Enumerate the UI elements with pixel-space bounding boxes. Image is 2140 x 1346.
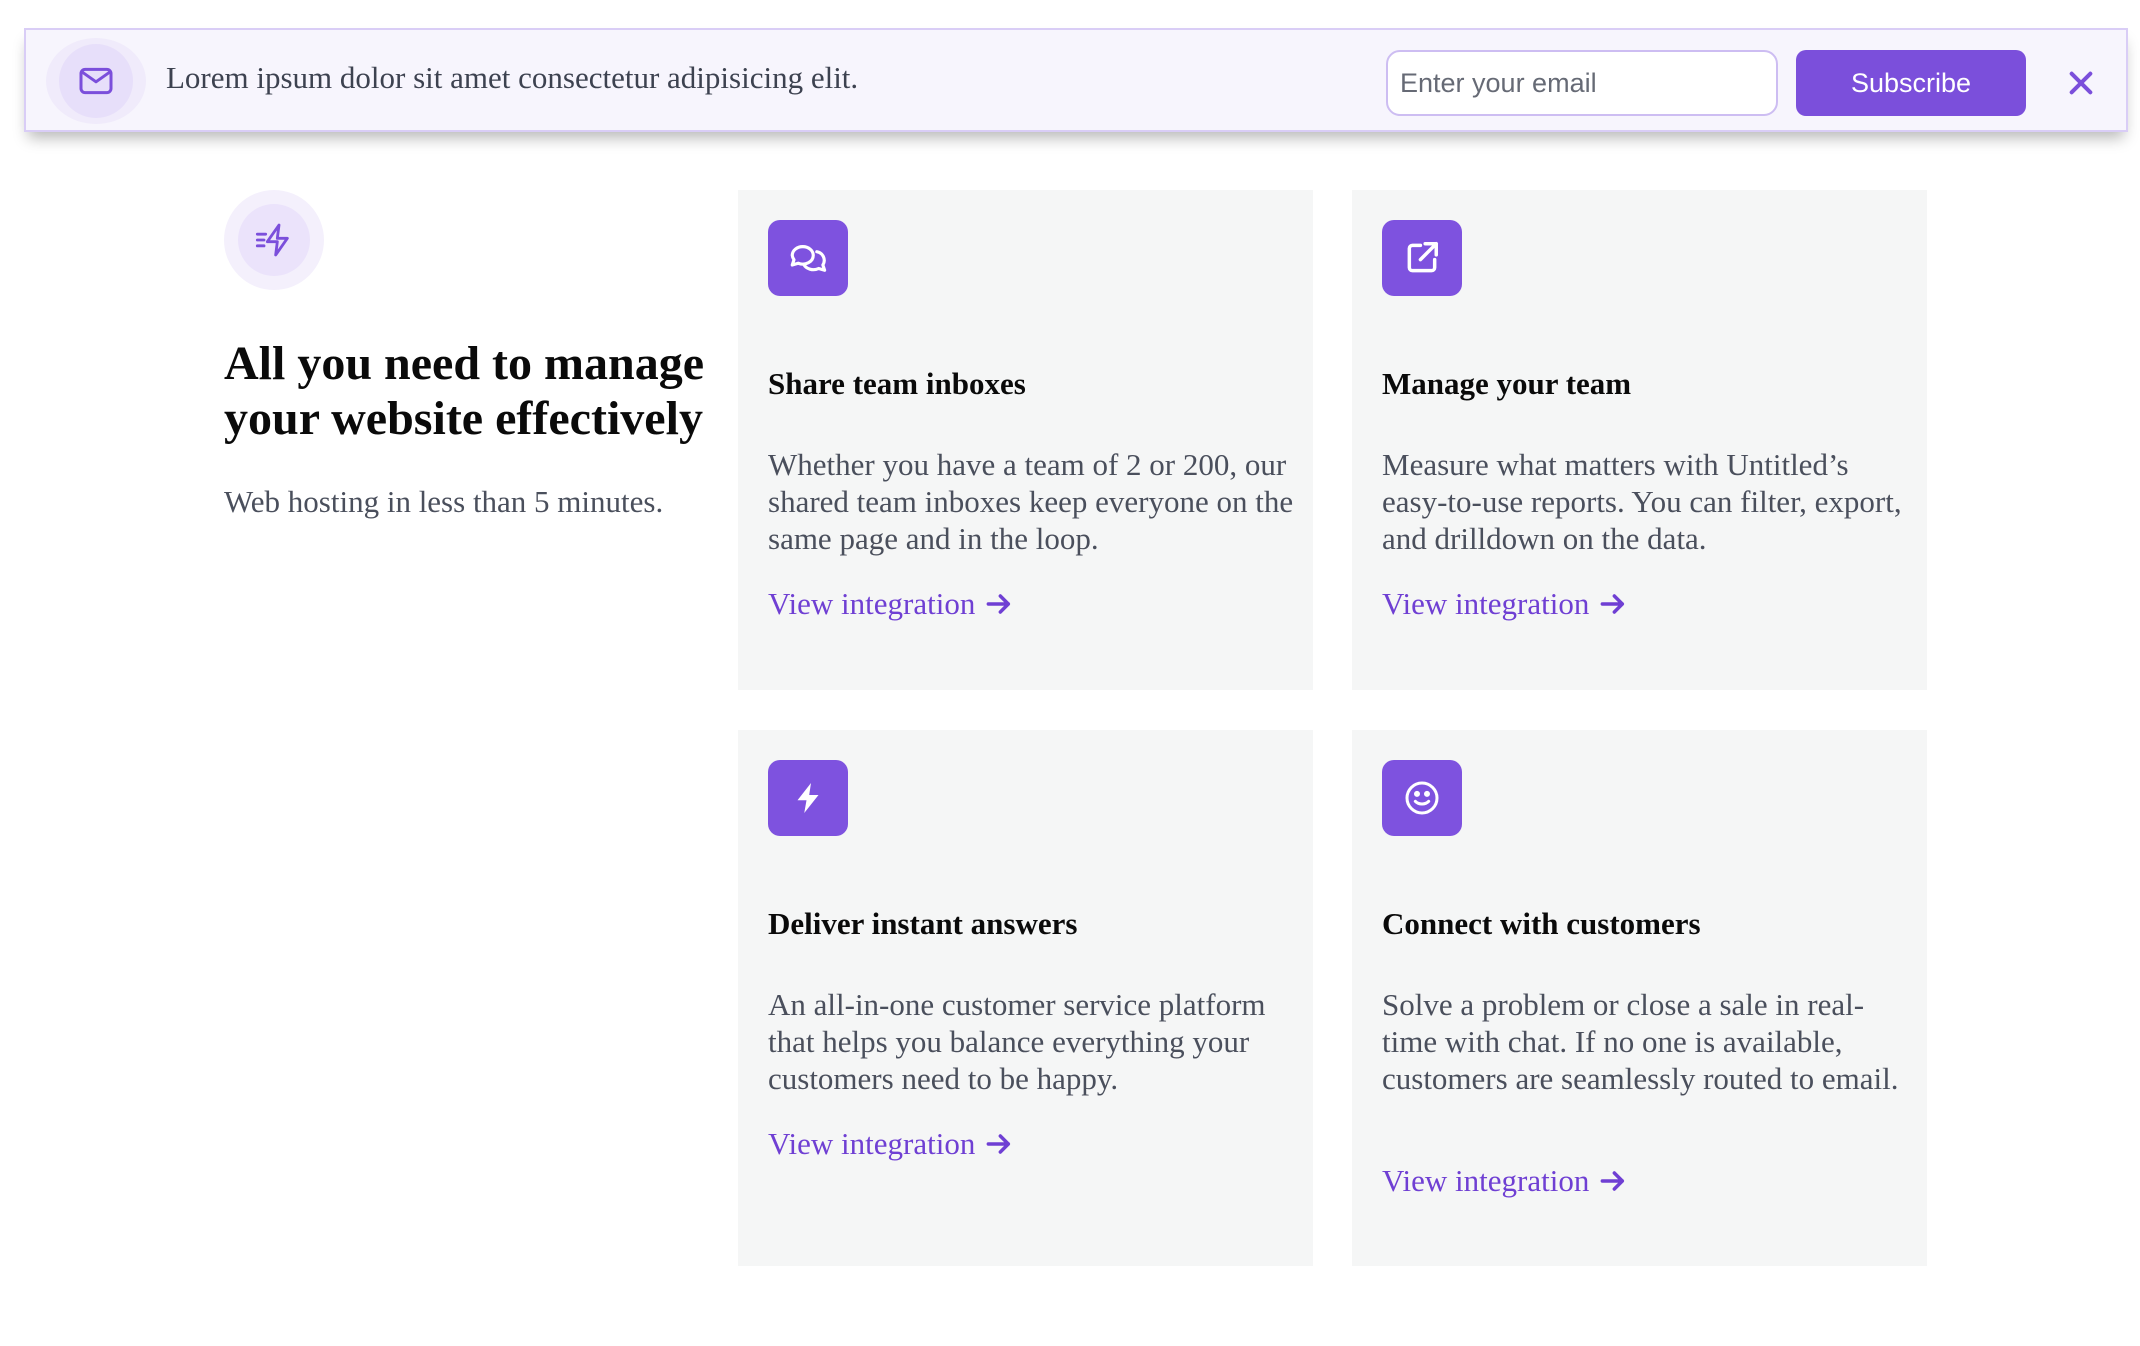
card-description: Solve a problem or close a sale in real-… <box>1382 987 1899 1096</box>
arrow-right-icon <box>1600 594 1625 614</box>
card-icon-badge <box>1382 760 1462 836</box>
feature-card-instant-answers: Deliver instant answers An all-in-one cu… <box>738 730 1313 1266</box>
card-title: Manage your team <box>1382 366 1632 401</box>
card-description: An all-in-one customer service platform … <box>768 987 1266 1096</box>
arrow-right-icon <box>1600 1171 1625 1191</box>
arrow-right-icon <box>986 1134 1011 1154</box>
card-description: Measure what matters with Untitled’s eas… <box>1382 447 1902 556</box>
close-icon <box>2069 71 2093 95</box>
banner-message: Lorem ipsum dolor sit amet consectetur a… <box>166 60 859 95</box>
newsletter-banner: Lorem ipsum dolor sit amet consectetur a… <box>24 28 2128 132</box>
card-title: Connect with customers <box>1382 906 1701 941</box>
link-label: View integration <box>768 1126 976 1161</box>
link-label: View integration <box>1382 586 1590 621</box>
lightning-bolt-icon <box>797 783 819 813</box>
arrow-right-icon <box>986 594 1011 614</box>
page-title: All you need to manage your website effe… <box>224 337 704 445</box>
card-description: Whether you have a team of 2 or 200, our… <box>768 447 1294 556</box>
zap-fast-icon <box>255 223 289 257</box>
message-chat-icon <box>790 245 827 272</box>
mail-icon-badge <box>46 38 146 124</box>
card-title: Share team inboxes <box>768 366 1026 401</box>
card-icon-badge <box>1382 220 1462 296</box>
mail-icon <box>79 67 113 95</box>
card-title: Deliver instant answers <box>768 906 1078 941</box>
feature-card-share-inboxes: Share team inboxes Whether you have a te… <box>738 190 1313 690</box>
view-integration-link[interactable]: View integration <box>1382 1163 1629 1199</box>
view-integration-link[interactable]: View integration <box>1382 586 1629 622</box>
card-icon-badge <box>768 760 848 836</box>
view-integration-link[interactable]: View integration <box>768 586 1015 622</box>
close-banner-button[interactable] <box>2056 58 2106 108</box>
link-label: View integration <box>1382 1163 1590 1198</box>
smile-icon <box>1405 781 1439 815</box>
page-subtitle: Web hosting in less than 5 minutes. <box>224 484 664 519</box>
feature-card-connect-customers: Connect with customers Solve a problem o… <box>1352 730 1927 1266</box>
link-label: View integration <box>768 586 976 621</box>
view-integration-link[interactable]: View integration <box>768 1126 1015 1162</box>
external-link-icon <box>1407 242 1438 273</box>
feature-card-manage-team: Manage your team Measure what matters wi… <box>1352 190 1927 690</box>
card-icon-badge <box>768 220 848 296</box>
email-input[interactable] <box>1386 50 1778 116</box>
zap-fast-icon-badge <box>224 190 324 290</box>
subscribe-button[interactable]: Subscribe <box>1796 50 2026 116</box>
